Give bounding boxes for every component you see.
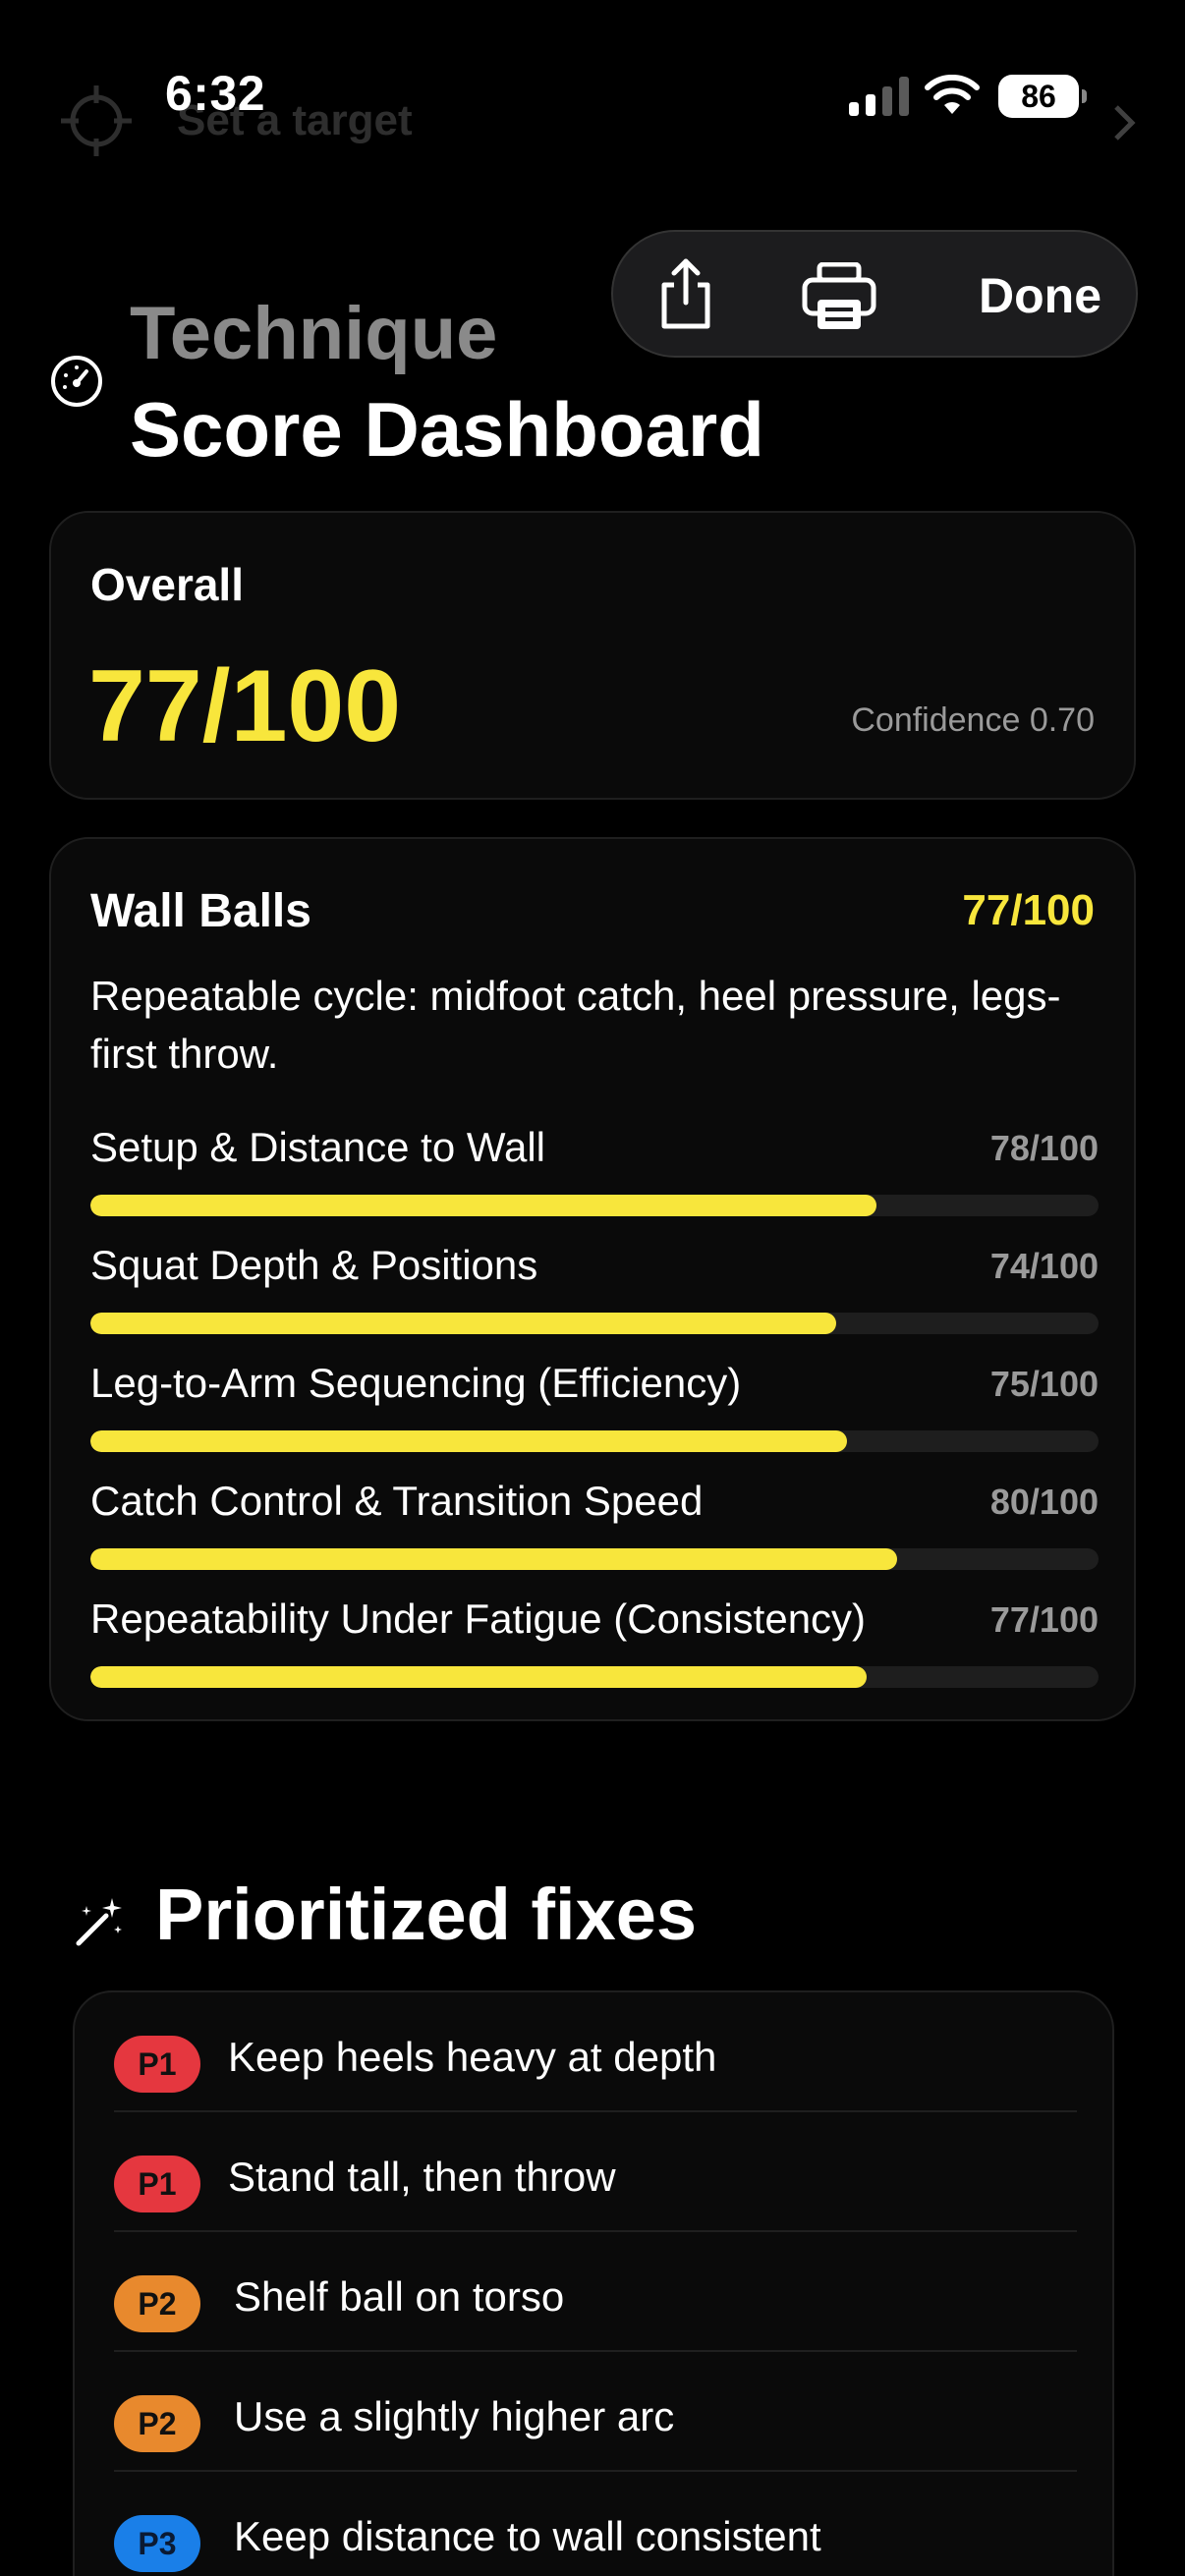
metric-progress-fill <box>90 1666 868 1688</box>
wifi-icon <box>925 75 980 114</box>
battery-indicator: 86 <box>998 75 1087 118</box>
list-item[interactable]: P2 Use a slightly higher arc <box>114 2352 1077 2472</box>
done-button[interactable]: Done <box>979 267 1101 324</box>
wall-balls-card: Wall Balls 77/100 Repeatable cycle: midf… <box>49 837 1136 1721</box>
list-item[interactable]: P3 Keep distance to wall consistent <box>114 2472 1077 2576</box>
metric-row: Repeatability Under Fatigue (Consistency… <box>90 1596 1099 1704</box>
action-toolbar: Done <box>611 230 1138 358</box>
metric-progress-fill <box>90 1195 877 1216</box>
priority-badge: P1 <box>114 2156 200 2212</box>
metric-progress-track <box>90 1666 1099 1688</box>
priority-badge: P2 <box>114 2395 200 2452</box>
page-title-line2: Score Dashboard <box>130 386 764 473</box>
metric-progress-track <box>90 1430 1099 1452</box>
metric-label: Catch Control & Transition Speed <box>90 1478 704 1524</box>
metric-label: Leg-to-Arm Sequencing (Efficiency) <box>90 1360 742 1406</box>
priority-badge: P3 <box>114 2515 200 2572</box>
movement-title: Wall Balls <box>90 885 311 937</box>
status-bar: Set a target 6:32 86 <box>0 0 1185 187</box>
gauge-icon <box>51 356 102 407</box>
crosshair-icon <box>61 85 132 156</box>
magic-wand-icon <box>76 1898 122 1946</box>
overall-score-card: Overall 77/100 Confidence 0.70 <box>49 511 1136 800</box>
overall-label: Overall <box>90 559 244 610</box>
fix-text: Shelf ball on torso <box>234 2273 565 2320</box>
chevron-right-icon <box>1114 105 1136 140</box>
metric-label: Setup & Distance to Wall <box>90 1124 545 1170</box>
section-title-prioritized-fixes: Prioritized fixes <box>155 1874 698 1955</box>
metric-progress-track <box>90 1195 1099 1216</box>
share-icon <box>661 258 710 329</box>
fix-text: Keep heels heavy at depth <box>228 2034 717 2080</box>
overall-score: 77/100 <box>88 649 402 763</box>
metric-label: Repeatability Under Fatigue (Consistency… <box>90 1596 867 1642</box>
metric-score: 74/100 <box>989 1246 1099 1286</box>
priority-badge: P2 <box>114 2275 200 2332</box>
page-title-line1: Technique <box>130 292 498 375</box>
share-button[interactable] <box>647 255 725 334</box>
fix-text: Stand tall, then throw <box>228 2154 616 2200</box>
metric-score: 80/100 <box>989 1482 1099 1522</box>
metric-progress-track <box>90 1313 1099 1334</box>
metric-progress-fill <box>90 1430 847 1452</box>
fix-text: Use a slightly higher arc <box>234 2393 675 2439</box>
metric-row: Setup & Distance to Wall 78/100 <box>90 1124 1099 1232</box>
printer-icon <box>802 262 876 329</box>
metric-score: 78/100 <box>989 1128 1099 1168</box>
list-item[interactable]: P1 Keep heels heavy at depth <box>114 1992 1077 2112</box>
list-item[interactable]: P1 Stand tall, then throw <box>114 2112 1077 2232</box>
movement-description: Repeatable cycle: midfoot catch, heel pr… <box>90 973 1061 1077</box>
fixes-list: P1 Keep heels heavy at depth P1 Stand ta… <box>73 1990 1114 2576</box>
metric-progress-fill <box>90 1313 837 1334</box>
battery-level: 86 <box>1021 78 1056 114</box>
metric-label: Squat Depth & Positions <box>90 1242 538 1288</box>
metric-progress-track <box>90 1548 1099 1570</box>
priority-badge: P1 <box>114 2036 200 2093</box>
print-button[interactable] <box>800 257 878 336</box>
metric-row: Catch Control & Transition Speed 80/100 <box>90 1478 1099 1586</box>
metric-row: Leg-to-Arm Sequencing (Efficiency) 75/10… <box>90 1360 1099 1468</box>
metric-score: 75/100 <box>989 1364 1099 1404</box>
list-item[interactable]: P2 Shelf ball on torso <box>114 2232 1077 2352</box>
confidence-value: Confidence 0.70 <box>851 701 1095 739</box>
status-time: 6:32 <box>165 66 266 121</box>
movement-score: 77/100 <box>962 886 1095 934</box>
metric-row: Squat Depth & Positions 74/100 <box>90 1242 1099 1350</box>
metric-progress-fill <box>90 1548 897 1570</box>
cellular-signal-icon <box>849 77 909 116</box>
metric-score: 77/100 <box>989 1599 1099 1640</box>
fix-text: Keep distance to wall consistent <box>234 2513 821 2559</box>
